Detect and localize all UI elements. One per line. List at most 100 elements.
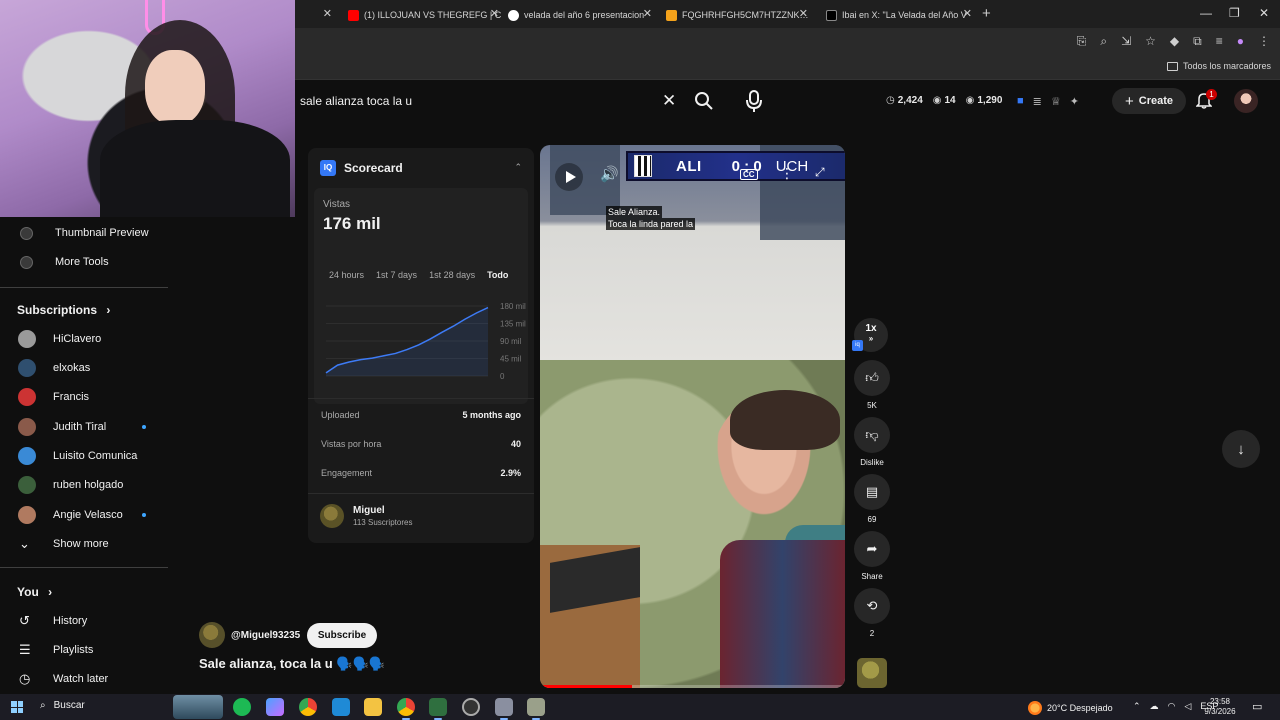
sidebar-item-subscription[interactable]: ruben holgado xyxy=(0,471,168,499)
sidebar-item-subscription[interactable]: Francis xyxy=(0,383,168,411)
copilot-icon[interactable] xyxy=(266,698,284,716)
like-button[interactable]: 👍︎ xyxy=(854,360,890,396)
chevron-up-icon[interactable]: ⌃ xyxy=(1133,701,1141,712)
channel-handle[interactable]: @Miguel93235 xyxy=(231,630,300,641)
owner-avatar[interactable] xyxy=(320,504,344,528)
app-icon[interactable] xyxy=(495,698,513,720)
chevron-right-icon: › xyxy=(48,585,53,599)
close-tab-icon[interactable]: ✕ xyxy=(963,7,972,20)
sidebar-item-subscription[interactable]: Judith Tiral xyxy=(0,413,168,441)
comments-button[interactable]: ▤ xyxy=(854,474,890,510)
sidebar-item-subscription[interactable]: Luisito Comunica xyxy=(0,442,168,470)
chrome-icon[interactable] xyxy=(299,698,317,716)
browser-tab[interactable]: velada del año 6 presentacion ✕ xyxy=(508,4,656,26)
tab-fragment[interactable]: ✕ xyxy=(296,4,336,26)
collapse-chevron-icon[interactable]: ⌃ xyxy=(514,162,522,173)
sound-thumbnail[interactable] xyxy=(857,658,887,688)
play-icon[interactable] xyxy=(555,163,583,191)
sidebar-item-playlists[interactable]: ☰ Playlists xyxy=(0,636,168,664)
close-tab-icon[interactable]: ✕ xyxy=(323,7,332,20)
comments-action: ▤ 69 xyxy=(854,474,890,524)
channel-avatar xyxy=(18,447,36,465)
remix-button[interactable]: ⟲ xyxy=(854,588,890,624)
remix-action: ⟲ 2 xyxy=(854,588,890,638)
create-button[interactable]: + Create xyxy=(1112,88,1186,114)
wifi-icon[interactable]: ◠ xyxy=(1168,701,1176,712)
chrome-profile-icon[interactable] xyxy=(397,698,415,720)
extensions-puzzle-icon[interactable]: ⧉ xyxy=(1193,34,1202,49)
video-progress-bar[interactable] xyxy=(540,685,845,688)
obs-icon[interactable] xyxy=(462,698,480,716)
menu-icon[interactable]: ⋮ xyxy=(1258,34,1270,49)
cloud-icon[interactable]: ☁ xyxy=(1150,701,1159,712)
period-all[interactable]: Todo xyxy=(487,270,508,280)
dislike-button[interactable]: 👎︎ xyxy=(854,417,890,453)
profile-icon[interactable]: ● xyxy=(1237,34,1244,49)
chart-tick-label: 135 mil xyxy=(500,320,526,329)
close-tab-icon[interactable]: ✕ xyxy=(643,7,652,20)
bookmark-star-icon[interactable]: ☆ xyxy=(1145,34,1156,49)
minimize-icon[interactable]: — xyxy=(1200,6,1212,20)
close-tab-icon[interactable]: ✕ xyxy=(490,7,499,20)
close-tab-icon[interactable]: ✕ xyxy=(799,7,808,20)
browser-tab[interactable]: FQGHRHFGH5CM7HTZZNKSBK ✕ xyxy=(666,4,812,26)
app-icon[interactable] xyxy=(527,698,545,720)
notifications-icon[interactable]: ▭ xyxy=(1252,700,1262,713)
trophy-icon[interactable]: ♕ xyxy=(1051,95,1061,108)
search-input[interactable]: sale alianza toca la u xyxy=(300,94,412,108)
channel-avatar[interactable] xyxy=(199,622,225,648)
taskbar-clock[interactable]: 23:58 9/3/2026 xyxy=(1202,697,1238,717)
taskbar-search[interactable]: ⌕ Buscar xyxy=(40,700,85,711)
sidebar-item-subscription[interactable]: Angie Velasco xyxy=(0,501,168,529)
browser-tab[interactable]: Ibai en X: "La Velada del Año V ✕ xyxy=(826,4,976,26)
widgets-icon[interactable] xyxy=(173,695,223,719)
sidebar-item-subscription[interactable]: elxokas xyxy=(0,354,168,382)
subscribe-button[interactable]: Subscribe xyxy=(307,623,377,648)
volume-icon[interactable]: 🔊 xyxy=(600,165,619,183)
vidiq-icon[interactable]: ■ xyxy=(1017,95,1024,108)
media-control-icon[interactable]: ≡ xyxy=(1216,34,1223,49)
sidebar-item-thumbnail-preview[interactable]: Thumbnail Preview xyxy=(0,219,168,247)
restore-icon[interactable]: ❐ xyxy=(1229,6,1240,20)
translate-icon[interactable]: ⎘ xyxy=(1077,34,1087,49)
sidebar-item-watch-later[interactable]: ◷ Watch later xyxy=(0,665,168,693)
share-button[interactable]: ➦ xyxy=(854,531,890,567)
show-more-button[interactable]: ⌄ Show more xyxy=(0,530,168,558)
weather-widget[interactable]: 20°C Despejado xyxy=(1028,701,1113,715)
tab-title: (1) ILLOJUAN VS THEGREFG | C xyxy=(364,10,502,20)
more-options-icon[interactable]: ⋮ xyxy=(780,165,794,182)
close-window-icon[interactable]: ✕ xyxy=(1259,6,1269,20)
captions-icon[interactable]: CC xyxy=(740,169,758,180)
fullscreen-icon[interactable]: ⤢ xyxy=(815,165,825,180)
sparkle-icon[interactable]: ✦ xyxy=(1070,95,1079,108)
windows-start-icon[interactable] xyxy=(11,701,23,713)
file-explorer-icon[interactable] xyxy=(364,698,382,716)
you-header[interactable]: You › xyxy=(17,585,52,599)
clear-search-icon[interactable]: ✕ xyxy=(662,91,676,111)
period-7d[interactable]: 1st 7 days xyxy=(376,270,417,280)
microphone-icon[interactable] xyxy=(743,88,765,114)
zoom-icon[interactable]: ⌕ xyxy=(1100,34,1107,49)
next-short-button[interactable]: ↓ xyxy=(1222,430,1260,468)
install-icon[interactable]: ⇲ xyxy=(1121,34,1131,49)
plus-icon: + xyxy=(1124,92,1134,110)
user-avatar[interactable] xyxy=(1234,89,1258,113)
sidebar-item-more-tools[interactable]: More Tools xyxy=(0,248,168,276)
streaming-app-icon[interactable] xyxy=(429,698,447,720)
search-icon[interactable] xyxy=(694,91,714,111)
list-icon[interactable]: ≣ xyxy=(1033,95,1042,108)
volume-icon[interactable]: ◁ xyxy=(1184,701,1191,712)
security-icon[interactable] xyxy=(332,698,350,716)
short-video-player[interactable]: ALI 0 : 0 UCH 🔊 CC ⋮ ⤢ Sale Alianza. Toc… xyxy=(540,145,845,688)
subscriptions-header[interactable]: Subscriptions › xyxy=(17,303,110,317)
all-bookmarks-button[interactable]: Todos los marcadores xyxy=(1166,61,1271,71)
sidebar-item-history[interactable]: ↺ History xyxy=(0,607,168,635)
spotify-icon[interactable] xyxy=(233,698,251,716)
browser-tab[interactable]: (1) ILLOJUAN VS THEGREFG | C ✕ xyxy=(348,4,503,26)
sidebar-item-subscription[interactable]: HiClavero xyxy=(0,325,168,353)
new-tab-icon[interactable]: + xyxy=(982,5,991,22)
period-28d[interactable]: 1st 28 days xyxy=(429,270,475,280)
period-24h[interactable]: 24 hours xyxy=(329,270,364,280)
extension-icon[interactable]: ◆ xyxy=(1170,34,1179,49)
owner-name[interactable]: Miguel xyxy=(353,505,385,516)
